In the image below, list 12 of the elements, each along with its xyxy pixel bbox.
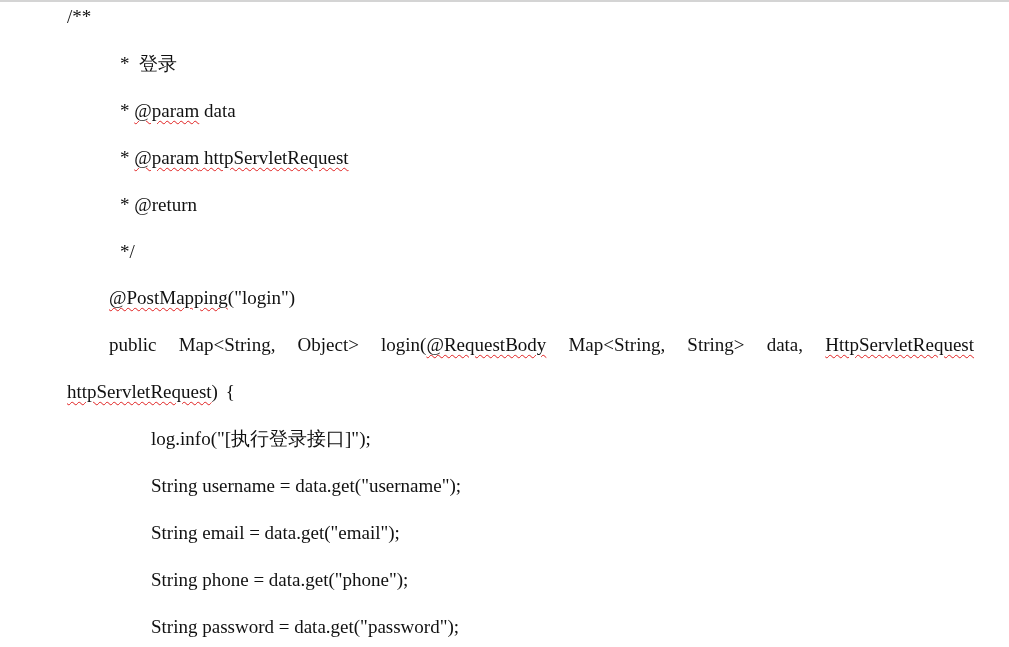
code-line: @PostMapping("login"): [109, 286, 296, 311]
code-line: * @param httpServletRequest: [120, 145, 349, 170]
code-line: log.info("[执行登录接口]");: [151, 427, 371, 452]
code-line: /**: [67, 5, 92, 29]
code-line: String email = data.get("email");: [151, 520, 400, 545]
code-line: * @param data: [120, 98, 236, 123]
code-line: String username = data.get("username");: [151, 474, 462, 499]
code-line: String phone = data.get("phone");: [151, 567, 409, 592]
code-line: */: [120, 239, 135, 264]
code-line: * 登录: [120, 51, 177, 76]
code-line: String password = data.get("password");: [151, 614, 459, 639]
code-line: * @return: [120, 192, 198, 217]
